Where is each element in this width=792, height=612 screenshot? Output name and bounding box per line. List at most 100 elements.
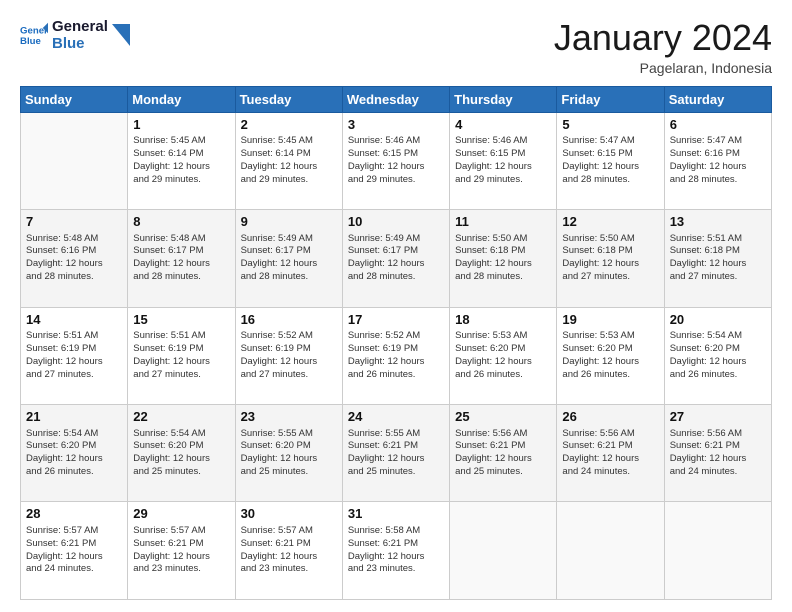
day-info-line: and 27 minutes. [133,369,229,382]
calendar-week-row: 28Sunrise: 5:57 AMSunset: 6:21 PMDayligh… [21,502,772,600]
weekday-header-friday: Friday [557,86,664,112]
day-info-line: and 24 minutes. [562,466,658,479]
day-info-line: and 27 minutes. [241,369,337,382]
day-number: 9 [241,213,337,231]
day-info-line: Daylight: 12 hours [241,356,337,369]
day-info-line: Daylight: 12 hours [26,453,122,466]
weekday-header-tuesday: Tuesday [235,86,342,112]
day-info-line: Sunrise: 5:55 AM [241,428,337,441]
day-info-line: Daylight: 12 hours [670,453,766,466]
calendar-cell: 4Sunrise: 5:46 AMSunset: 6:15 PMDaylight… [450,112,557,209]
day-info-line: Sunrise: 5:50 AM [455,233,551,246]
day-info-line: Sunrise: 5:48 AM [133,233,229,246]
day-info-line: Sunrise: 5:52 AM [348,330,444,343]
day-number: 11 [455,213,551,231]
day-info-line: and 29 minutes. [348,174,444,187]
day-info-line: Sunrise: 5:47 AM [562,135,658,148]
day-number: 13 [670,213,766,231]
day-number: 14 [26,311,122,329]
day-info-line: Sunset: 6:18 PM [562,245,658,258]
calendar-cell: 21Sunrise: 5:54 AMSunset: 6:20 PMDayligh… [21,405,128,502]
day-info-line: Sunset: 6:19 PM [348,343,444,356]
day-info-line: Daylight: 12 hours [241,161,337,174]
logo-text-general: General [52,18,108,35]
calendar-cell: 14Sunrise: 5:51 AMSunset: 6:19 PMDayligh… [21,307,128,404]
day-number: 21 [26,408,122,426]
day-info-line: Daylight: 12 hours [133,161,229,174]
day-info-line: and 29 minutes. [241,174,337,187]
day-number: 25 [455,408,551,426]
day-info-line: Sunset: 6:20 PM [26,440,122,453]
day-info-line: Daylight: 12 hours [562,356,658,369]
day-info-line: and 27 minutes. [670,271,766,284]
day-info-line: Sunrise: 5:51 AM [670,233,766,246]
day-info-line: Sunrise: 5:52 AM [241,330,337,343]
day-info-line: Daylight: 12 hours [348,356,444,369]
day-number: 2 [241,116,337,134]
day-number: 24 [348,408,444,426]
day-info-line: Sunrise: 5:54 AM [133,428,229,441]
logo-text-blue: Blue [52,35,108,52]
day-info-line: Sunset: 6:21 PM [455,440,551,453]
calendar-cell: 8Sunrise: 5:48 AMSunset: 6:17 PMDaylight… [128,210,235,307]
day-info-line: Sunset: 6:21 PM [348,440,444,453]
day-number: 29 [133,505,229,523]
day-info-line: Sunset: 6:20 PM [241,440,337,453]
calendar-cell: 11Sunrise: 5:50 AMSunset: 6:18 PMDayligh… [450,210,557,307]
day-number: 27 [670,408,766,426]
day-info-line: Sunset: 6:20 PM [670,343,766,356]
day-info-line: Sunrise: 5:57 AM [26,525,122,538]
day-info-line: and 26 minutes. [670,369,766,382]
day-info-line: and 27 minutes. [562,271,658,284]
calendar-cell [557,502,664,600]
day-info-line: Sunset: 6:17 PM [241,245,337,258]
calendar-cell: 18Sunrise: 5:53 AMSunset: 6:20 PMDayligh… [450,307,557,404]
weekday-header-thursday: Thursday [450,86,557,112]
day-info-line: Sunrise: 5:57 AM [133,525,229,538]
calendar-cell: 10Sunrise: 5:49 AMSunset: 6:17 PMDayligh… [342,210,449,307]
calendar-cell [664,502,771,600]
day-number: 17 [348,311,444,329]
day-info-line: and 24 minutes. [670,466,766,479]
day-info-line: Sunset: 6:14 PM [133,148,229,161]
day-info-line: Sunrise: 5:50 AM [562,233,658,246]
calendar-cell: 17Sunrise: 5:52 AMSunset: 6:19 PMDayligh… [342,307,449,404]
day-info-line: and 26 minutes. [26,466,122,479]
day-info-line: Sunset: 6:18 PM [670,245,766,258]
calendar-cell: 27Sunrise: 5:56 AMSunset: 6:21 PMDayligh… [664,405,771,502]
day-number: 28 [26,505,122,523]
day-info-line: Sunrise: 5:49 AM [241,233,337,246]
weekday-header-sunday: Sunday [21,86,128,112]
day-info-line: Sunrise: 5:56 AM [670,428,766,441]
day-info-line: Sunset: 6:19 PM [133,343,229,356]
day-info-line: Sunset: 6:17 PM [133,245,229,258]
day-info-line: Sunset: 6:21 PM [26,538,122,551]
day-info-line: Daylight: 12 hours [241,551,337,564]
day-number: 30 [241,505,337,523]
day-info-line: and 23 minutes. [348,563,444,576]
day-info-line: Sunrise: 5:53 AM [455,330,551,343]
weekday-header-monday: Monday [128,86,235,112]
calendar-cell: 9Sunrise: 5:49 AMSunset: 6:17 PMDaylight… [235,210,342,307]
day-number: 8 [133,213,229,231]
calendar-cell: 24Sunrise: 5:55 AMSunset: 6:21 PMDayligh… [342,405,449,502]
day-info-line: Daylight: 12 hours [133,356,229,369]
calendar-cell: 6Sunrise: 5:47 AMSunset: 6:16 PMDaylight… [664,112,771,209]
day-info-line: and 25 minutes. [241,466,337,479]
calendar-cell: 28Sunrise: 5:57 AMSunset: 6:21 PMDayligh… [21,502,128,600]
calendar-cell: 2Sunrise: 5:45 AMSunset: 6:14 PMDaylight… [235,112,342,209]
day-number: 18 [455,311,551,329]
calendar-cell: 23Sunrise: 5:55 AMSunset: 6:20 PMDayligh… [235,405,342,502]
day-info-line: Daylight: 12 hours [455,161,551,174]
day-number: 6 [670,116,766,134]
day-info-line: Sunset: 6:21 PM [348,538,444,551]
page: General Blue General Blue January 2024 P… [0,0,792,612]
day-info-line: and 26 minutes. [348,369,444,382]
calendar-week-row: 1Sunrise: 5:45 AMSunset: 6:14 PMDaylight… [21,112,772,209]
day-info-line: Sunset: 6:19 PM [241,343,337,356]
day-info-line: Sunrise: 5:51 AM [133,330,229,343]
day-info-line: and 27 minutes. [26,369,122,382]
day-number: 3 [348,116,444,134]
location-subtitle: Pagelaran, Indonesia [554,60,772,76]
day-info-line: Daylight: 12 hours [26,356,122,369]
